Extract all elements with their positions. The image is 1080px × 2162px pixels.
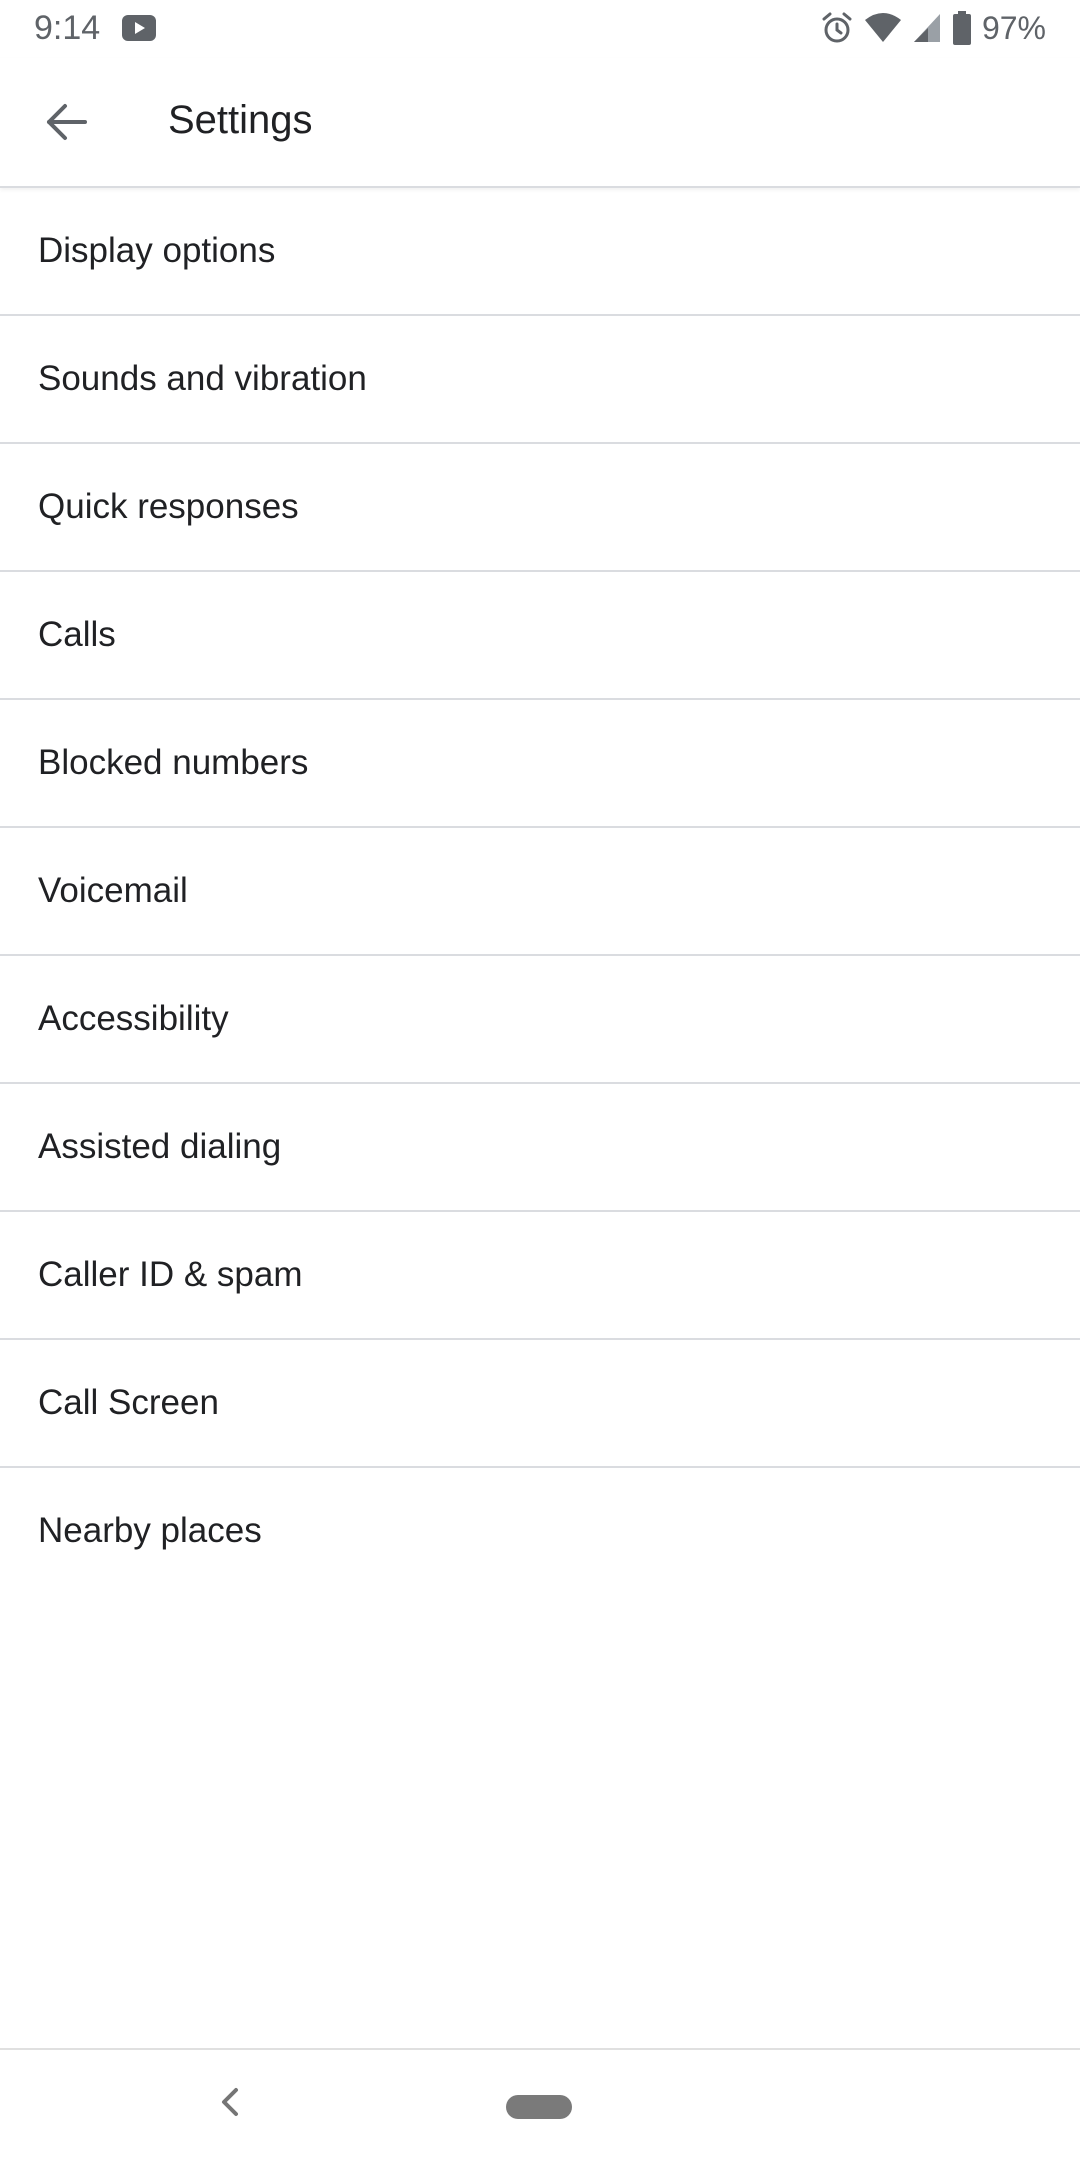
settings-item-call-screen[interactable]: Call Screen [0, 1340, 1080, 1468]
nav-back-icon [218, 2086, 242, 2123]
status-icons: 97% [820, 8, 1046, 48]
home-pill-icon[interactable] [506, 2095, 572, 2119]
settings-item-label: Assisted dialing [38, 1127, 282, 1166]
status-time: 9:14 [34, 9, 101, 47]
page-title: Settings [168, 98, 313, 142]
settings-item-voicemail[interactable]: Voicemail [0, 828, 1080, 956]
settings-item-blocked-numbers[interactable]: Blocked numbers [0, 700, 1080, 828]
settings-item-label: Display options [38, 231, 276, 270]
settings-item-assisted-dialing[interactable]: Assisted dialing [0, 1084, 1080, 1212]
arrow-back-icon [45, 101, 87, 148]
nav-back-button[interactable] [210, 2076, 250, 2132]
settings-item-label: Nearby places [38, 1511, 262, 1550]
settings-item-label: Caller ID & spam [38, 1255, 303, 1294]
status-bar: 9:14 97% [0, 0, 1080, 58]
settings-item-label: Calls [38, 615, 116, 654]
settings-item-caller-id-spam[interactable]: Caller ID & spam [0, 1212, 1080, 1340]
system-nav-bar [0, 2048, 1080, 2162]
youtube-icon [122, 15, 156, 41]
cell-signal-icon [912, 12, 942, 44]
settings-item-nearby-places[interactable]: Nearby places [0, 1468, 1080, 1594]
settings-item-label: Voicemail [38, 871, 188, 910]
settings-item-label: Sounds and vibration [38, 359, 367, 398]
settings-list: Display options Sounds and vibration Qui… [0, 188, 1080, 1594]
settings-item-quick-responses[interactable]: Quick responses [0, 444, 1080, 572]
battery-icon [952, 11, 972, 45]
settings-item-sounds-and-vibration[interactable]: Sounds and vibration [0, 316, 1080, 444]
app-bar: Settings [0, 58, 1080, 188]
settings-item-label: Accessibility [38, 999, 229, 1038]
settings-item-accessibility[interactable]: Accessibility [0, 956, 1080, 1084]
settings-item-calls[interactable]: Calls [0, 572, 1080, 700]
settings-item-label: Quick responses [38, 487, 299, 526]
settings-item-label: Blocked numbers [38, 743, 309, 782]
settings-item-label: Call Screen [38, 1383, 219, 1422]
wifi-icon [864, 12, 902, 44]
alarm-icon [820, 11, 854, 45]
back-button[interactable] [30, 88, 102, 160]
battery-percent: 97% [981, 10, 1046, 46]
settings-item-display-options[interactable]: Display options [0, 188, 1080, 316]
